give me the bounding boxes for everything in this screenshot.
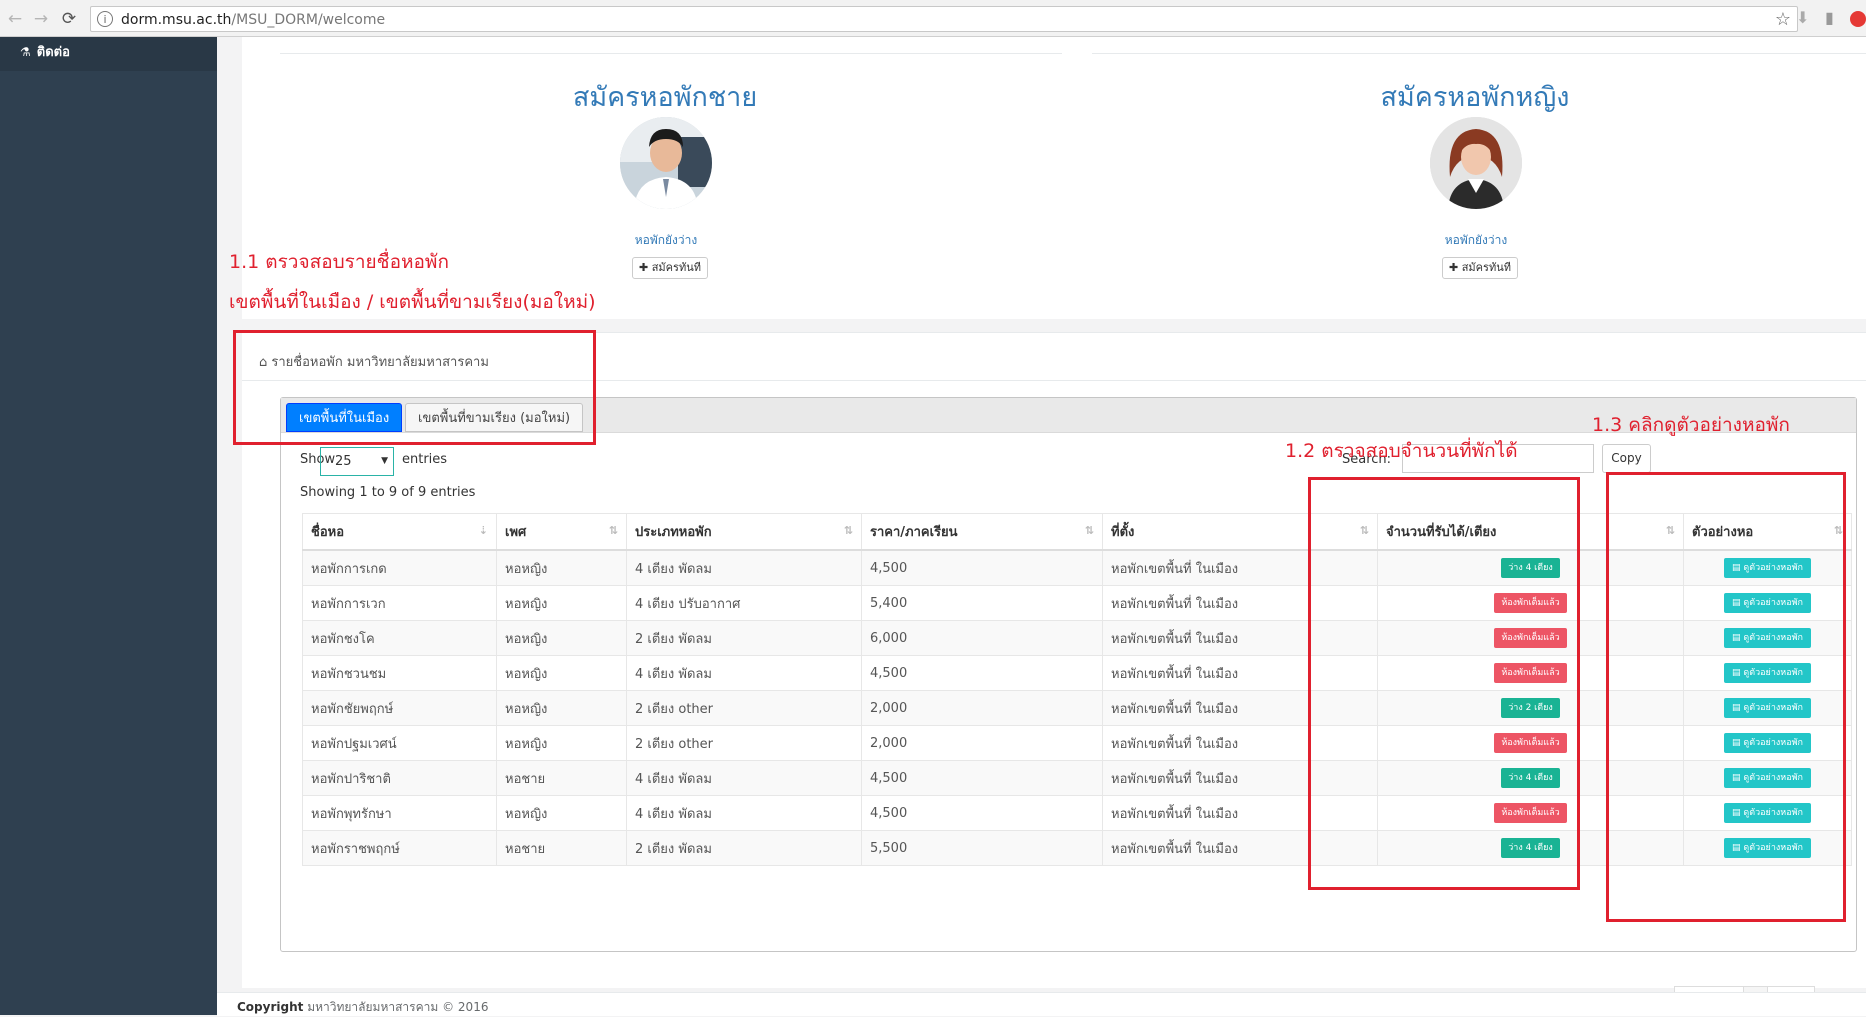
annotation-box-sample — [1606, 472, 1846, 922]
col-name[interactable]: ชื่อหอ ⇣ — [302, 513, 497, 551]
cell-name: หอพักการเกด — [302, 549, 497, 586]
url-text: dorm.msu.ac.th/MSU_DORM/welcome — [121, 12, 386, 28]
female-avatar — [1430, 117, 1522, 209]
copyright-text: Copyright มหาวิทยาลัยมหาสารคาม © 2016 — [237, 1000, 489, 1014]
cell-sex: หอชาย — [496, 760, 627, 796]
caret-down-icon: ▼ — [381, 456, 388, 466]
cell-type: 2 เตียง other — [626, 725, 862, 761]
male-dorm-title[interactable]: สมัครหอพักชาย — [415, 75, 915, 118]
cell-price: 4,500 — [861, 549, 1103, 586]
browser-toolbar: ← → ⟳ i dorm.msu.ac.th/MSU_DORM/welcome … — [0, 0, 1866, 37]
female-dorm-title[interactable]: สมัครหอพักหญิง — [1225, 75, 1725, 118]
recruit-panel: สมัครหอพักชาย หอพักยังว่าง ✚ สมัครทันที … — [242, 37, 1866, 319]
cell-name: หอพักชัยพฤกษ์ — [302, 690, 497, 726]
address-bar[interactable]: i dorm.msu.ac.th/MSU_DORM/welcome ☆ — [90, 6, 1798, 32]
cell-type: 4 เตียง พัดลม — [626, 760, 862, 796]
download-icon[interactable]: ⬇ — [1796, 8, 1809, 27]
sort-icon: ⇅ — [843, 524, 853, 537]
back-icon[interactable]: ← — [4, 8, 26, 30]
sidebar: ⚗ ติดต่อ — [0, 37, 217, 1015]
cell-name: หอพักชวนชม — [302, 655, 497, 691]
male-dorm-status[interactable]: หอพักยังว่าง — [566, 231, 766, 250]
cell-type: 4 เตียง พัดลม — [626, 655, 862, 691]
cell-type: 4 เตียง พัดลม — [626, 549, 862, 586]
footer: Copyright มหาวิทยาลัยมหาสารคาม © 2016 — [217, 992, 1866, 1016]
cell-type: 4 เตียง พัดลม — [626, 795, 862, 831]
forward-icon[interactable]: → — [30, 8, 52, 30]
cell-sex: หอหญิง — [496, 620, 627, 656]
annotation-1-1: 1.1 ตรวจสอบรายชื่อหอพัก — [229, 251, 449, 273]
reload-icon[interactable]: ⟳ — [58, 8, 80, 30]
cell-price: 6,000 — [861, 620, 1103, 656]
cell-sex: หอชาย — [496, 830, 627, 866]
male-avatar — [620, 117, 712, 209]
cell-name: หอพักปฐมเวศน์ — [302, 725, 497, 761]
cell-type: 4 เตียง ปรับอากาศ — [626, 585, 862, 621]
cell-price: 4,500 — [861, 795, 1103, 831]
cell-name: หอพักการเวก — [302, 585, 497, 621]
cell-type: 2 เตียง พัดลม — [626, 830, 862, 866]
annotation-1-2: 1.2 ตรวจสอบจำนวนที่พักได้ — [1285, 440, 1518, 462]
col-type[interactable]: ประเภทหอพัก ⇅ — [626, 513, 862, 551]
cell-price: 5,500 — [861, 830, 1103, 866]
cell-sex: หอหญิง — [496, 585, 627, 621]
cell-sex: หอหญิง — [496, 725, 627, 761]
cell-name: หอพักชงโค — [302, 620, 497, 656]
annotation-1-3: 1.3 คลิกดูตัวอย่างหอพัก — [1592, 414, 1790, 436]
cell-sex: หอหญิง — [496, 549, 627, 586]
cell-name: หอพักปาริชาติ — [302, 760, 497, 796]
col-price[interactable]: ราคา/ภาคเรียน ⇅ — [861, 513, 1103, 551]
sidebar-active-item[interactable]: ⚗ ติดต่อ — [0, 37, 217, 71]
cell-type: 2 เตียง other — [626, 690, 862, 726]
sort-icon: ⇅ — [608, 524, 618, 537]
cell-price: 5,400 — [861, 585, 1103, 621]
cell-price: 2,000 — [861, 725, 1103, 761]
col-sex[interactable]: เพศ ⇅ — [496, 513, 627, 551]
cell-sex: หอหญิง — [496, 655, 627, 691]
cell-price: 4,500 — [861, 760, 1103, 796]
cell-price: 4,500 — [861, 655, 1103, 691]
divider — [280, 53, 1062, 54]
flask-icon: ⚗ — [20, 45, 31, 59]
divider — [1092, 53, 1866, 54]
annotation-box-tabs — [233, 330, 596, 445]
entries-select[interactable]: 25 ▼ — [320, 447, 394, 476]
annotation-1-1-zones: เขตพื้นที่ในเมือง / เขตพื้นที่ขามเรียง(ม… — [229, 291, 596, 313]
cell-sex: หอหญิง — [496, 690, 627, 726]
bookmark-star-icon[interactable]: ☆ — [1775, 9, 1791, 30]
male-apply-button[interactable]: ✚ สมัครทันที — [632, 257, 708, 279]
cell-type: 2 เตียง พัดลม — [626, 620, 862, 656]
cell-name: หอพักราชพฤกษ์ — [302, 830, 497, 866]
table-info: Showing 1 to 9 of 9 entries — [300, 485, 476, 500]
cell-sex: หอหญิง — [496, 795, 627, 831]
annotation-box-capacity — [1308, 477, 1580, 890]
extension-red-icon[interactable] — [1850, 11, 1866, 27]
cell-price: 2,000 — [861, 690, 1103, 726]
info-icon[interactable]: i — [97, 11, 113, 27]
sort-icon: ⇣ — [478, 524, 488, 537]
sort-icon: ⇅ — [1084, 524, 1094, 537]
cell-name: หอพักพุทรักษา — [302, 795, 497, 831]
female-apply-button[interactable]: ✚ สมัครทันที — [1442, 257, 1518, 279]
entries-label: entries — [402, 452, 448, 467]
copy-button[interactable]: Copy — [1602, 444, 1651, 473]
extension-icon[interactable]: ▮ — [1825, 8, 1834, 27]
female-dorm-status[interactable]: หอพักยังว่าง — [1376, 231, 1576, 250]
sidebar-item-contact[interactable]: ⚗ ติดต่อ — [20, 41, 70, 62]
